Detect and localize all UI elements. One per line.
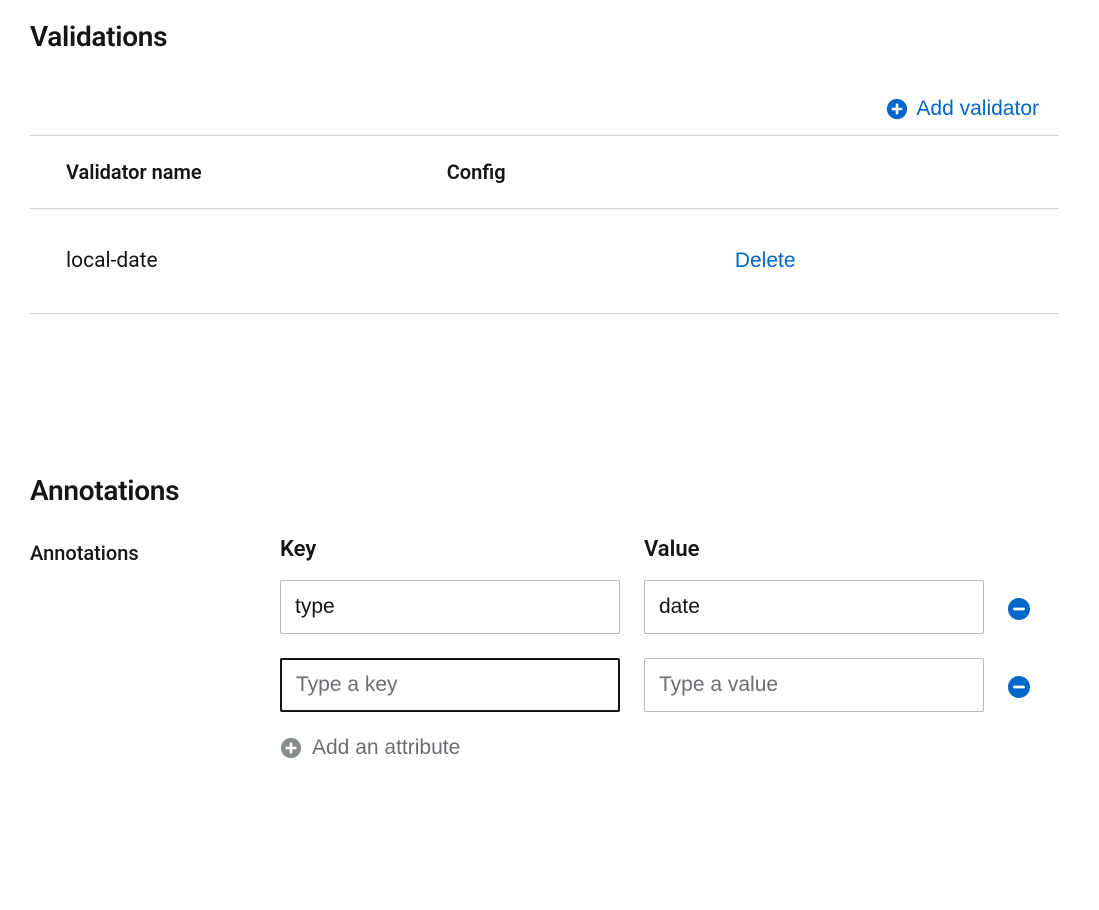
add-attribute-button[interactable]: Add an attribute [280, 736, 460, 760]
annotation-key-input[interactable] [280, 580, 620, 634]
validations-title: Validations [30, 20, 1059, 53]
value-header: Value [644, 537, 984, 562]
annotation-value-input[interactable] [644, 580, 984, 634]
validator-table: Validator name Config local-date Delete [30, 136, 1059, 314]
annotation-value-input[interactable] [644, 658, 984, 712]
validator-name-cell: local-date [30, 209, 411, 314]
minus-circle-icon [1008, 674, 1030, 696]
annotations-section: Annotations Annotations Key Value [30, 474, 1059, 763]
key-header: Key [280, 537, 620, 562]
annotations-kv-area: Key Value [280, 537, 1059, 763]
validator-config-cell [411, 209, 699, 314]
add-validator-button[interactable]: Add validator [886, 97, 1039, 121]
col-validator-name: Validator name [30, 136, 411, 209]
col-config: Config [411, 136, 699, 209]
add-validator-row: Add validator [30, 83, 1059, 136]
minus-circle-icon [1008, 596, 1030, 618]
remove-annotation-button[interactable] [1008, 672, 1034, 698]
delete-validator-button[interactable]: Delete [735, 249, 796, 273]
remove-annotation-button[interactable] [1008, 594, 1034, 620]
annotation-row [280, 658, 1059, 712]
annotations-title: Annotations [30, 474, 1059, 507]
plus-circle-icon [886, 98, 908, 120]
validations-section: Validations Add validator Validator name… [30, 20, 1059, 314]
table-row: local-date Delete [30, 209, 1059, 314]
annotation-row [280, 580, 1059, 634]
add-attribute-label: Add an attribute [312, 736, 460, 760]
plus-circle-icon [280, 737, 302, 759]
annotations-side-label: Annotations [30, 537, 280, 565]
annotation-key-input[interactable] [280, 658, 620, 712]
add-validator-label: Add validator [916, 97, 1039, 121]
